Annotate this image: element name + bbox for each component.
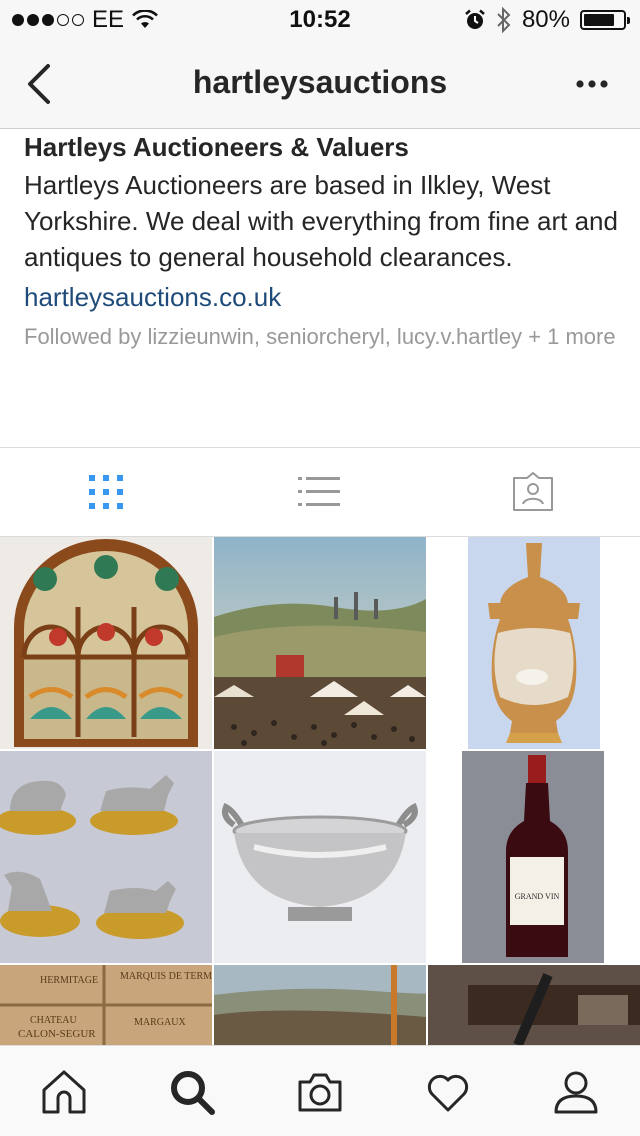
- battery-icon: [580, 10, 630, 30]
- tagged-photo-icon: [513, 472, 553, 511]
- heart-icon: [427, 1074, 469, 1112]
- profile-icon: [554, 1071, 598, 1114]
- grid-post-3[interactable]: [428, 537, 640, 749]
- profile-view-tabs: [0, 448, 640, 536]
- stained-glass-screen-image: [0, 537, 212, 749]
- silver-dog-figures-image: [0, 751, 212, 963]
- crate-text-2: MARQUIS DE TERME: [120, 971, 212, 982]
- silver-bowl-image: [214, 751, 426, 963]
- crate-text-4: CALON-SEGUR: [18, 1028, 96, 1040]
- antique-furniture-image: [428, 965, 640, 1045]
- crate-text-5: MARGAUX: [134, 1017, 186, 1028]
- grid-post-7[interactable]: HERMITAGE MARQUIS DE TERME CHATEAU CALON…: [0, 965, 212, 1045]
- wine-bottle-image: GRAND VIN: [462, 751, 604, 963]
- profile-website-link[interactable]: hartleysauctions.co.uk: [24, 279, 624, 315]
- photo-grid: GRAND VIN HERMITAGE MARQUIS DE TERME CHA…: [0, 537, 640, 1045]
- tab-camera[interactable]: [296, 1068, 344, 1116]
- status-bar: EE 10:52 80%: [0, 0, 640, 40]
- grid-post-6[interactable]: GRAND VIN: [428, 751, 640, 963]
- nav-header: hartleysauctions: [0, 40, 640, 129]
- tab-activity[interactable]: [424, 1068, 472, 1116]
- more-options-button[interactable]: [572, 74, 612, 94]
- alarm-icon: [465, 9, 485, 29]
- camera-icon: [298, 1073, 342, 1112]
- grid-post-4[interactable]: [0, 751, 212, 963]
- grid-post-9[interactable]: [428, 965, 640, 1045]
- battery-percent: 80%: [521, 6, 570, 33]
- fairground-painting-image: [214, 537, 426, 749]
- landscape-painting-image: [214, 965, 426, 1045]
- profile-full-name: Hartleys Auctioneers & Valuers: [24, 132, 409, 162]
- list-icon: [298, 477, 340, 506]
- tab-grid-view[interactable]: [84, 472, 128, 512]
- crate-text-3: CHATEAU: [30, 1015, 77, 1026]
- grid-post-2[interactable]: [214, 537, 426, 749]
- grid-post-8[interactable]: [214, 965, 426, 1045]
- wine-label-text: GRAND VIN: [515, 892, 560, 901]
- tab-tagged[interactable]: [511, 472, 555, 512]
- bottom-tab-bar: [0, 1045, 640, 1136]
- profile-description: Hartleys Auctioneers are based in Ilkley…: [24, 170, 618, 272]
- tab-search[interactable]: [168, 1068, 216, 1116]
- grid-icon: [89, 475, 123, 509]
- tab-list-view[interactable]: [297, 472, 341, 512]
- profile-username: hartleysauctions: [192, 64, 448, 100]
- tab-home[interactable]: [40, 1068, 88, 1116]
- grid-post-1[interactable]: [0, 537, 212, 749]
- crate-text-1: HERMITAGE: [40, 975, 98, 986]
- home-icon: [42, 1070, 86, 1114]
- profile-bio: Hartleys Auctioneers & Valuers Hartleys …: [24, 129, 624, 351]
- search-icon: [171, 1071, 215, 1115]
- vase-image: [468, 537, 600, 749]
- battery-level: [584, 14, 615, 26]
- bluetooth-icon: [497, 7, 511, 33]
- more-dots-icon: [576, 80, 608, 88]
- grid-post-5[interactable]: [214, 751, 426, 963]
- followed-by-text[interactable]: Followed by lizzieunwin, seniorcheryl, l…: [24, 323, 624, 351]
- tab-profile[interactable]: [552, 1068, 600, 1116]
- wine-crates-image: HERMITAGE MARQUIS DE TERME CHATEAU CALON…: [0, 965, 212, 1045]
- status-right: 80%: [464, 6, 630, 34]
